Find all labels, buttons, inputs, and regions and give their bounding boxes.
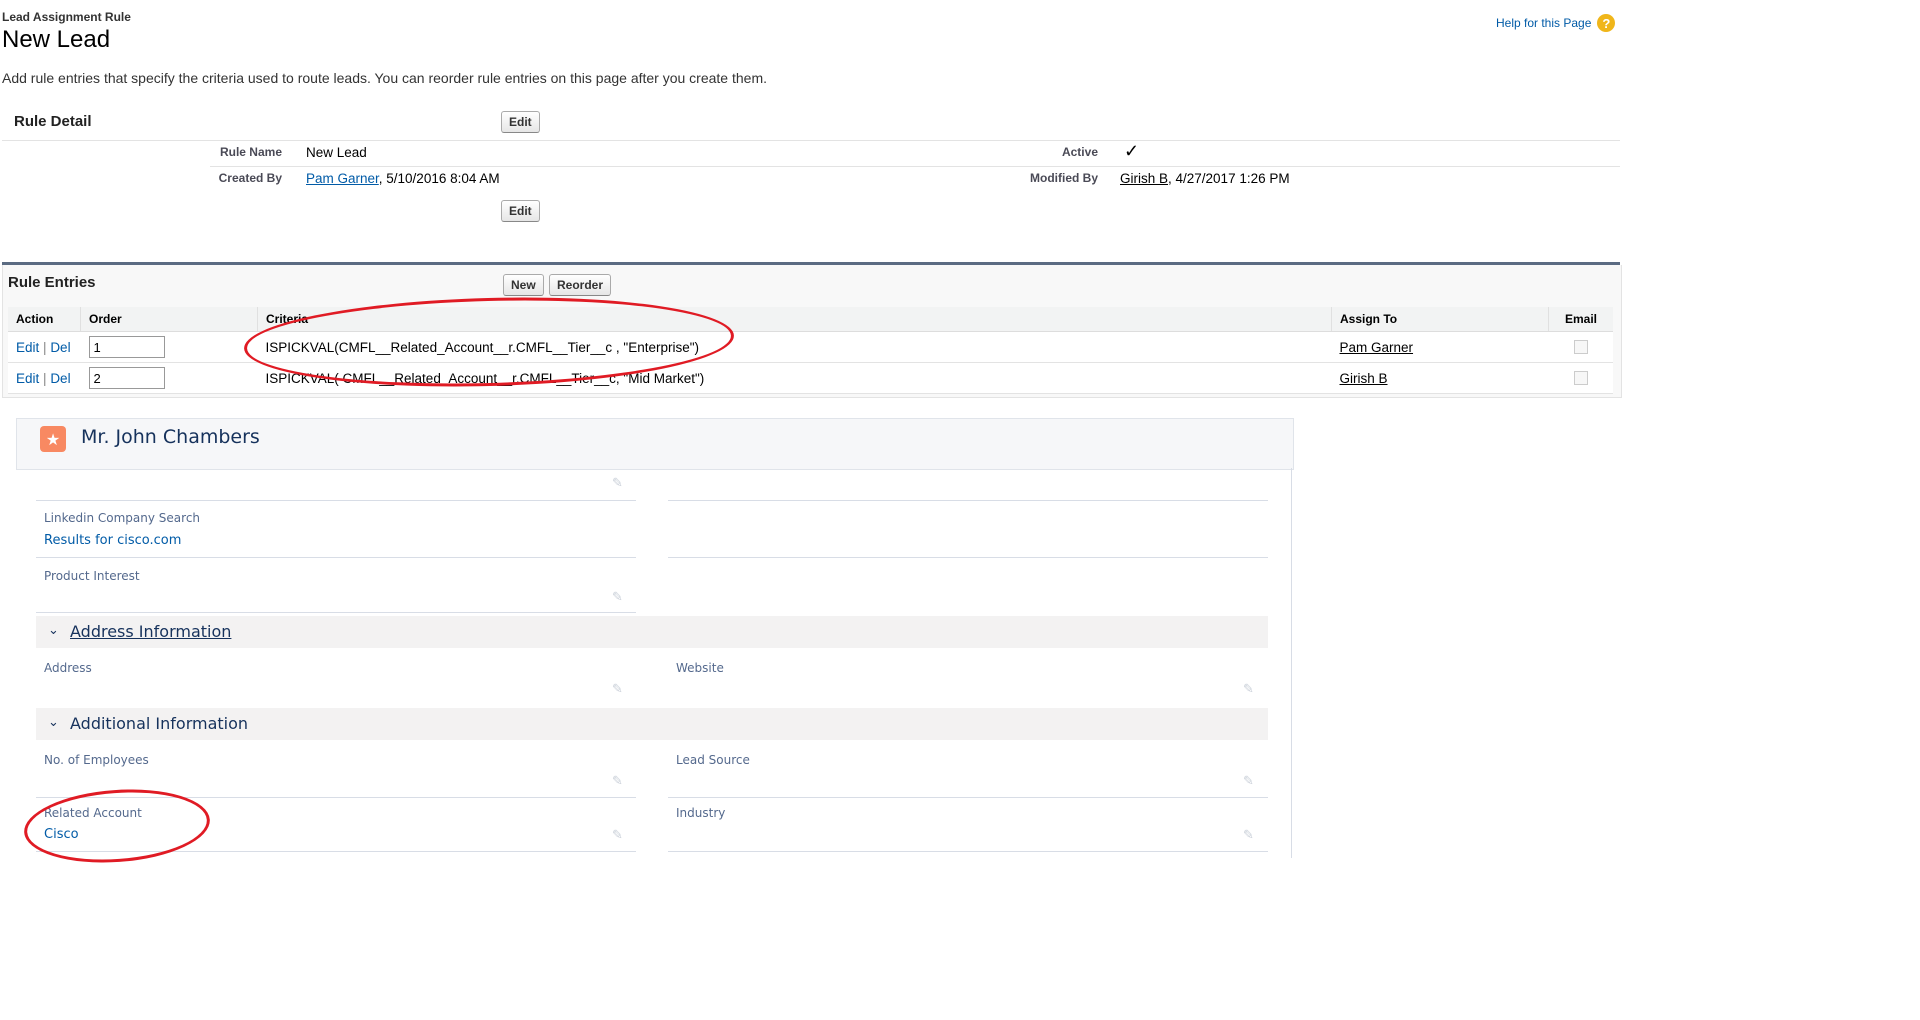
edit-pencil-icon[interactable]: ✎	[612, 774, 626, 789]
edit-pencil-icon[interactable]: ✎	[612, 828, 626, 843]
product-interest-label: Product Interest	[44, 569, 140, 583]
lead-source-label: Lead Source	[676, 753, 750, 767]
column-header-order: Order	[80, 307, 258, 332]
rule-detail-title: Rule Detail	[14, 113, 92, 130]
chevron-down-icon[interactable]: ⌄	[48, 715, 59, 730]
edit-pencil-icon[interactable]: ✎	[1243, 828, 1257, 843]
action-separator: |	[43, 370, 47, 386]
created-by-value: Pam Garner, 5/10/2016 8:04 AM	[306, 171, 500, 186]
modified-by-value: Girish B, 4/27/2017 1:26 PM	[1120, 171, 1290, 186]
field-divider	[668, 797, 1268, 798]
rule-name-label: Rule Name	[219, 145, 282, 159]
table-row: Edit | Del 2 ISPICKVAL( CMFL__Related_Ac…	[8, 362, 1613, 394]
new-rule-entry-button[interactable]: New	[503, 274, 544, 296]
lead-star-icon: ★	[40, 426, 66, 452]
edit-pencil-icon[interactable]: ✎	[612, 590, 626, 605]
created-by-label: Created By	[218, 171, 282, 185]
address-label: Address	[44, 661, 92, 675]
active-label: Active	[1061, 145, 1098, 159]
column-header-action: Action	[8, 307, 81, 332]
website-label: Website	[676, 661, 724, 675]
assign-to-cell: Girish B	[1331, 362, 1549, 394]
email-cell	[1548, 331, 1613, 363]
active-checkmark-icon: ✓	[1124, 141, 1140, 161]
field-divider	[36, 557, 636, 558]
address-section-title[interactable]: Address Information	[70, 622, 231, 641]
reorder-button[interactable]: Reorder	[549, 274, 612, 296]
order-cell: 1	[80, 331, 258, 363]
modified-by-user-link[interactable]: Girish B	[1120, 171, 1168, 186]
page-subtitle: Lead Assignment Rule	[2, 10, 131, 24]
action-separator: |	[43, 339, 47, 355]
help-link[interactable]: Help for this Page ?	[1496, 14, 1616, 32]
order-input[interactable]: 1	[88, 336, 165, 358]
email-checkbox[interactable]	[1573, 371, 1588, 385]
column-header-email: Email	[1548, 307, 1613, 332]
divider	[2, 140, 1620, 141]
linkedin-link[interactable]: Results for cisco.com	[44, 533, 181, 548]
order-input[interactable]: 2	[88, 367, 165, 389]
help-icon[interactable]: ?	[1597, 14, 1616, 32]
email-checkbox[interactable]	[1573, 340, 1588, 354]
page-description: Add rule entries that specify the criter…	[2, 70, 767, 86]
modified-by-date: , 4/27/2017 1:26 PM	[1168, 171, 1290, 186]
email-cell	[1548, 362, 1613, 394]
edit-link[interactable]: Edit	[16, 371, 39, 386]
edit-pencil-icon[interactable]: ✎	[1243, 682, 1257, 697]
edit-button-top[interactable]: Edit	[501, 111, 540, 133]
action-cell: Edit | Del	[8, 331, 81, 363]
delete-link[interactable]: Del	[50, 340, 70, 355]
panel-border	[1291, 468, 1292, 858]
edit-pencil-icon[interactable]: ✎	[612, 682, 626, 697]
modified-by-label: Modified By	[1030, 171, 1098, 185]
page-title: New Lead	[2, 26, 111, 53]
additional-section-title[interactable]: Additional Information	[70, 714, 248, 733]
edit-button-bottom[interactable]: Edit	[501, 200, 540, 222]
delete-link[interactable]: Del	[50, 371, 70, 386]
field-divider	[36, 612, 636, 613]
assign-to-link[interactable]: Pam Garner	[1340, 340, 1414, 355]
employees-label: No. of Employees	[44, 753, 149, 767]
table-header-row: Action Order Criteria Assign To Email	[8, 307, 1613, 332]
assign-to-cell: Pam Garner	[1331, 331, 1549, 363]
field-divider	[668, 500, 1268, 501]
field-divider	[668, 851, 1268, 852]
column-header-assign-to: Assign To	[1331, 307, 1549, 332]
field-divider	[36, 500, 636, 501]
action-cell: Edit | Del	[8, 362, 81, 394]
additional-section-header[interactable]: ⌄ Additional Information	[36, 708, 1268, 740]
chevron-down-icon[interactable]: ⌄	[48, 623, 59, 638]
address-section-header[interactable]: ⌄ Address Information	[36, 616, 1268, 648]
linkedin-label: Linkedin Company Search	[44, 511, 201, 525]
help-link-label[interactable]: Help for this Page	[1496, 16, 1591, 30]
industry-label: Industry	[676, 806, 726, 820]
rule-entries-title: Rule Entries	[8, 274, 96, 291]
edit-link[interactable]: Edit	[16, 340, 39, 355]
divider	[210, 166, 1620, 167]
edit-pencil-icon[interactable]: ✎	[1243, 774, 1257, 789]
record-name: Mr. John Chambers	[81, 426, 260, 448]
edit-pencil-icon[interactable]: ✎	[612, 476, 626, 491]
created-by-user-link[interactable]: Pam Garner	[306, 171, 379, 186]
page-header: Lead Assignment Rule New Lead	[2, 10, 131, 54]
rule-name-value: New Lead	[306, 145, 367, 160]
created-by-date: , 5/10/2016 8:04 AM	[378, 171, 500, 186]
field-divider	[668, 557, 1268, 558]
assign-to-link[interactable]: Girish B	[1340, 371, 1388, 386]
order-cell: 2	[80, 362, 258, 394]
